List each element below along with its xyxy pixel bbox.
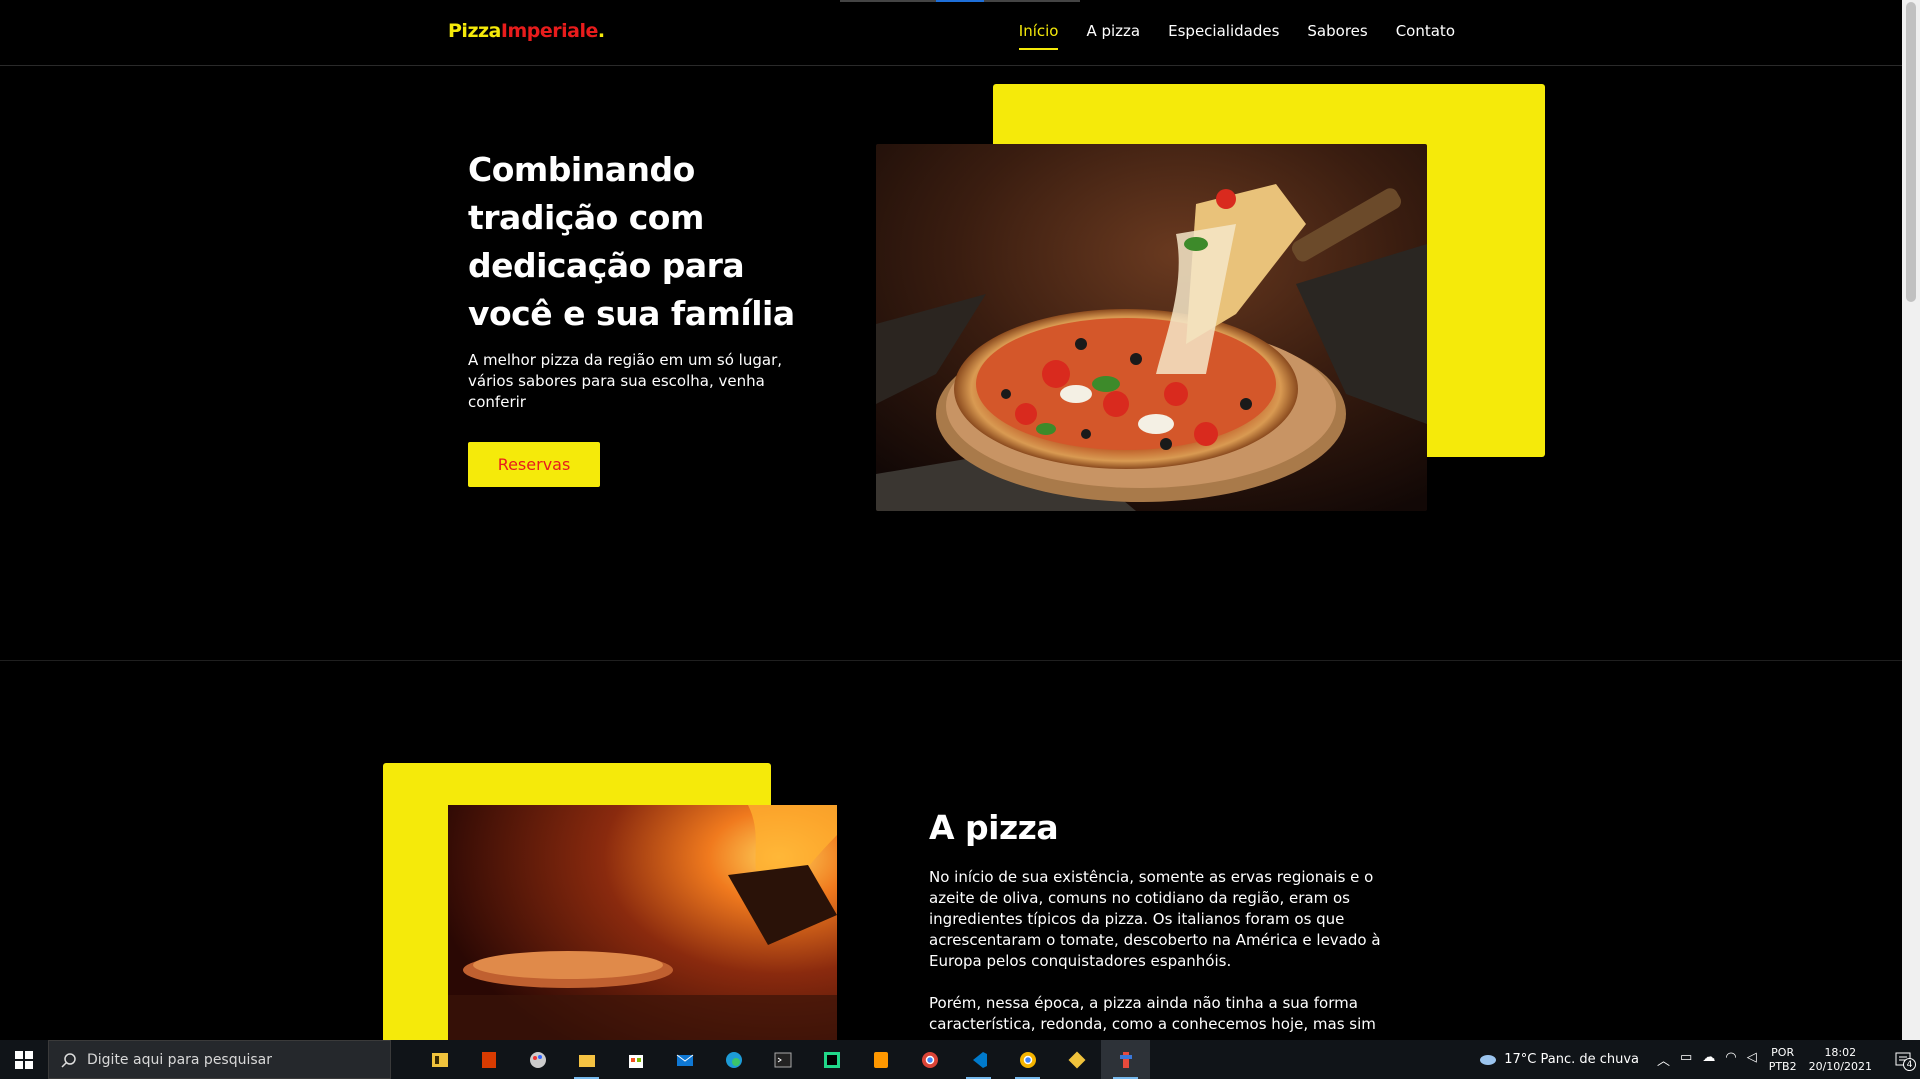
- onedrive-icon[interactable]: ☁: [1702, 1050, 1715, 1069]
- volume-icon[interactable]: ◁: [1747, 1050, 1757, 1069]
- meet-now-icon[interactable]: ▭: [1680, 1050, 1692, 1069]
- search-placeholder: Digite aqui para pesquisar: [87, 1051, 273, 1068]
- paint-icon[interactable]: [513, 1040, 562, 1079]
- file-explorer-icon[interactable]: [562, 1040, 611, 1079]
- git-icon[interactable]: [1052, 1040, 1101, 1079]
- edge-icon[interactable]: [709, 1040, 758, 1079]
- windows-taskbar: Digite aqui para pesquisar 17°C Panc. de…: [0, 1040, 1920, 1079]
- windows-icon: [15, 1050, 33, 1069]
- taskbar-apps: [415, 1040, 1150, 1079]
- oven-fire-photo: [448, 805, 837, 1040]
- about-title: A pizza: [929, 808, 1059, 847]
- app-icon[interactable]: [1101, 1040, 1150, 1079]
- nav-item-inicio[interactable]: Início: [1018, 22, 1058, 50]
- search-icon: [61, 1052, 76, 1068]
- taskbar-search[interactable]: Digite aqui para pesquisar: [48, 1040, 391, 1079]
- browser-viewport: PizzaImperiale. Início A pizza Especiali…: [0, 0, 1902, 1040]
- wifi-icon[interactable]: ◠: [1725, 1050, 1736, 1069]
- nav-item-contato[interactable]: Contato: [1396, 22, 1455, 50]
- hero-subtitle: A melhor pizza da região em um só lugar,…: [468, 351, 783, 411]
- keyboard-layout: PTB2: [1768, 1059, 1797, 1073]
- notification-count: 4: [1903, 1058, 1916, 1071]
- clock[interactable]: 18:02 20/10/2021: [1809, 1046, 1872, 1074]
- clock-date: 20/10/2021: [1808, 1059, 1872, 1073]
- pycharm-icon[interactable]: [807, 1040, 856, 1079]
- weather-widget[interactable]: 17°C Panc. de chuva: [1478, 1052, 1639, 1068]
- about-paragraph-1: No início de sua existência, somente as …: [929, 868, 1381, 970]
- reservas-button[interactable]: Reservas: [468, 442, 600, 487]
- logo-part-pizza: Pizza: [448, 20, 501, 42]
- weather-text: 17°C Panc. de chuva: [1504, 1052, 1640, 1067]
- logo-part-imperiale: Imperiale: [500, 20, 598, 42]
- mail-icon[interactable]: [660, 1040, 709, 1079]
- office-icon[interactable]: [464, 1040, 513, 1079]
- chevron-up-icon[interactable]: ︿: [1657, 1050, 1670, 1069]
- pizza-photo: [876, 144, 1427, 511]
- clock-time: 18:02: [1824, 1045, 1857, 1059]
- chrome-icon[interactable]: [905, 1040, 954, 1079]
- loading-indicator: [840, 0, 1080, 2]
- nav-item-sabores[interactable]: Sabores: [1307, 22, 1367, 50]
- lang-code: POR: [1771, 1045, 1795, 1059]
- notification-center[interactable]: 4: [1886, 1040, 1920, 1079]
- nav-item-a-pizza[interactable]: A pizza: [1086, 22, 1140, 50]
- section-divider: [0, 660, 1902, 661]
- scrollbar[interactable]: [1902, 0, 1920, 1040]
- language-indicator[interactable]: POR PTB2: [1769, 1046, 1797, 1074]
- about-paragraph-2: Porém, nessa época, a pizza ainda não ti…: [929, 994, 1376, 1033]
- site-logo[interactable]: PizzaImperiale.: [448, 20, 605, 42]
- cloud-rain-icon: [1480, 1054, 1497, 1065]
- nav-item-especialidades[interactable]: Especialidades: [1168, 22, 1279, 50]
- tray-icons: ︿ ▭ ☁ ◠ ◁: [1657, 1050, 1757, 1069]
- logo-dot: .: [597, 20, 605, 42]
- scrollbar-thumb[interactable]: [1906, 2, 1916, 302]
- site-header: PizzaImperiale. Início A pizza Especiali…: [0, 0, 1902, 66]
- start-button[interactable]: [0, 1040, 48, 1079]
- terminal-icon[interactable]: [758, 1040, 807, 1079]
- sublime-icon[interactable]: [856, 1040, 905, 1079]
- chrome-icon[interactable]: [1003, 1040, 1052, 1079]
- store-icon[interactable]: [611, 1040, 660, 1079]
- system-tray: 17°C Panc. de chuva ︿ ▭ ☁ ◠ ◁ POR PTB2 1…: [1478, 1040, 1920, 1079]
- hero-title: Combinando tradição com dedicação para v…: [468, 150, 795, 333]
- main-nav: Início A pizza Especialidades Sabores Co…: [1018, 22, 1455, 50]
- vscode-icon[interactable]: [954, 1040, 1003, 1079]
- task-view-icon[interactable]: [415, 1040, 464, 1079]
